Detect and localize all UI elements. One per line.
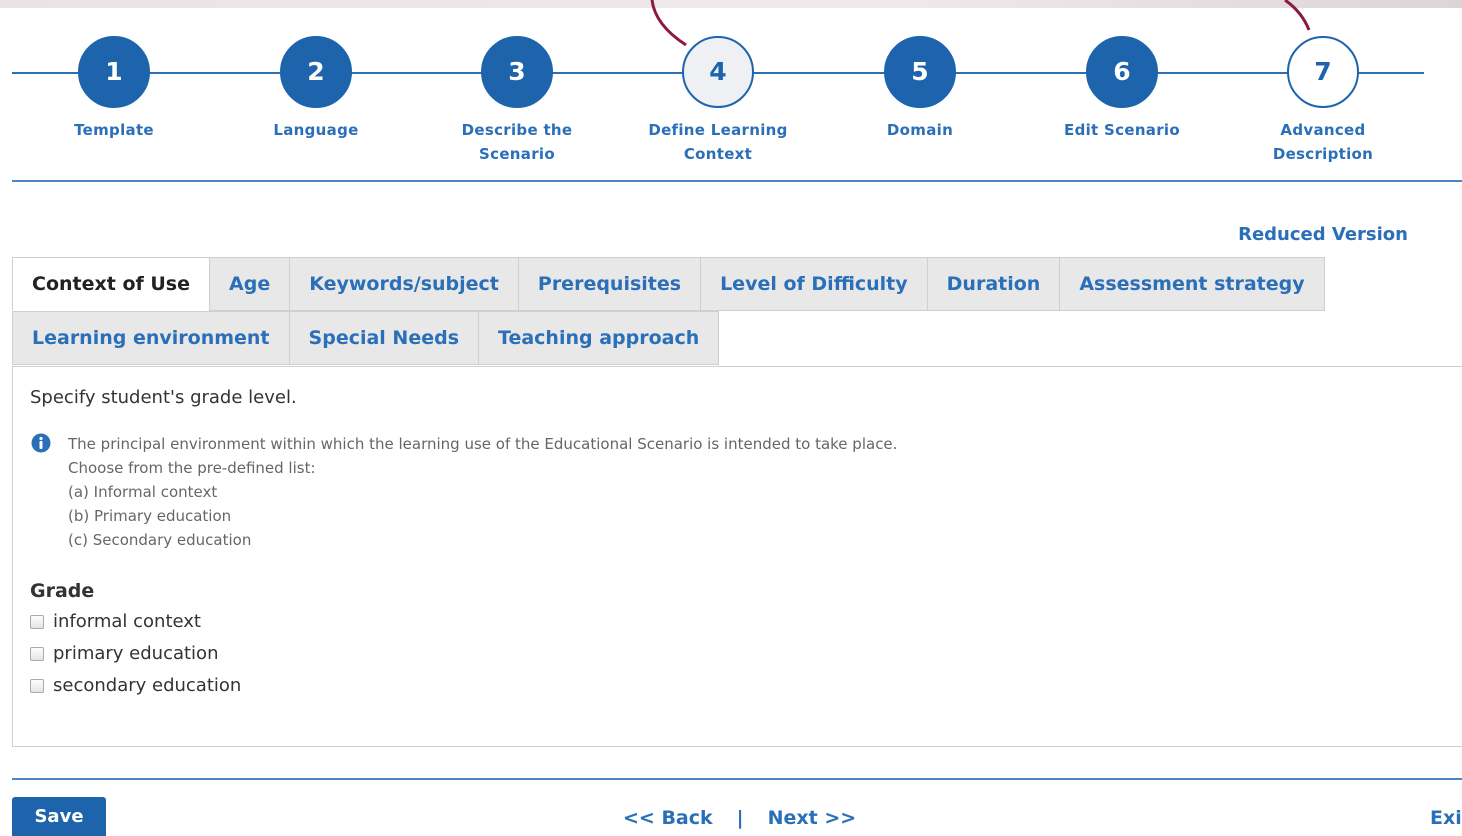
nav-separator: |: [736, 807, 744, 829]
step-label: Template: [74, 121, 154, 139]
option-primary-education[interactable]: primary education: [30, 643, 218, 664]
option-secondary-education[interactable]: secondary education: [30, 675, 241, 696]
instruction-text: Specify student's grade level.: [30, 387, 297, 408]
grade-heading: Grade: [30, 580, 95, 602]
step-advanced-description[interactable]: 7 Advanced Description: [1223, 36, 1423, 166]
step-label: Advanced Description: [1272, 121, 1374, 163]
footer-divider: [12, 778, 1462, 780]
checkbox[interactable]: [30, 646, 44, 661]
tab-bar: Context of Use Age Keywords/subject Prer…: [12, 257, 1462, 365]
step-template[interactable]: 1 Template: [14, 36, 214, 142]
checkbox[interactable]: [30, 678, 44, 693]
top-banner-strip: [0, 0, 1462, 8]
exit-link[interactable]: Exit: [1430, 807, 1462, 829]
help-line: (b) Primary education: [68, 507, 232, 525]
step-label: Define Learning Context: [648, 121, 788, 163]
step-label: Edit Scenario: [1064, 121, 1180, 139]
tab-content-panel: Specify student's grade level. The princ…: [12, 366, 1462, 747]
tab-keywords-subject[interactable]: Keywords/subject: [289, 257, 519, 311]
next-link[interactable]: Next >>: [768, 807, 857, 829]
help-line: (c) Secondary education: [68, 531, 252, 549]
tab-row: Context of Use Age Keywords/subject Prer…: [12, 257, 1462, 311]
tab-duration[interactable]: Duration: [926, 257, 1061, 311]
step-number[interactable]: 3: [481, 36, 553, 108]
step-edit-scenario[interactable]: 6 Edit Scenario: [1022, 36, 1222, 142]
step-number[interactable]: 1: [78, 36, 150, 108]
tab-special-needs[interactable]: Special Needs: [288, 311, 480, 365]
tab-assessment-strategy[interactable]: Assessment strategy: [1059, 257, 1325, 311]
step-number-current[interactable]: 4: [682, 36, 754, 108]
back-link[interactable]: << Back: [623, 807, 713, 829]
step-label: Domain: [886, 121, 954, 139]
reduced-version-link[interactable]: Reduced Version: [1238, 224, 1408, 245]
step-describe-scenario[interactable]: 3 Describe the Scenario: [417, 36, 617, 166]
checkbox[interactable]: [30, 614, 44, 629]
step-number[interactable]: 6: [1086, 36, 1158, 108]
help-line: The principal environment within which t…: [68, 435, 898, 453]
tab-learning-environment[interactable]: Learning environment: [12, 311, 290, 365]
tab-context-of-use[interactable]: Context of Use: [12, 257, 211, 311]
info-circle-icon: [31, 433, 51, 453]
option-label: primary education: [53, 643, 219, 664]
tab-row: Learning environment Special Needs Teach…: [12, 311, 1462, 365]
help-line: (a) Informal context: [68, 483, 218, 501]
save-button[interactable]: Save: [12, 797, 106, 836]
step-number[interactable]: 2: [280, 36, 352, 108]
step-domain[interactable]: 5 Domain: [820, 36, 1020, 142]
footer-navigation: << Back | Next >>: [623, 807, 856, 829]
stepper-divider: [12, 180, 1462, 182]
step-label: Language: [273, 121, 359, 139]
tab-level-of-difficulty[interactable]: Level of Difficulty: [700, 257, 928, 311]
step-define-learning-context[interactable]: 4 Define Learning Context: [618, 36, 818, 166]
step-number[interactable]: 5: [884, 36, 956, 108]
step-label: Describe the Scenario: [461, 121, 573, 163]
tab-teaching-approach[interactable]: Teaching approach: [478, 311, 720, 365]
help-text: The principal environment within which t…: [68, 432, 897, 552]
option-informal-context[interactable]: informal context: [30, 611, 201, 632]
option-label: informal context: [53, 611, 201, 632]
tab-prerequisites[interactable]: Prerequisites: [517, 257, 702, 311]
option-label: secondary education: [53, 675, 242, 696]
step-number[interactable]: 7: [1287, 36, 1359, 108]
tab-age[interactable]: Age: [209, 257, 291, 311]
step-language[interactable]: 2 Language: [216, 36, 416, 142]
help-line: Choose from the pre-defined list:: [68, 459, 316, 477]
